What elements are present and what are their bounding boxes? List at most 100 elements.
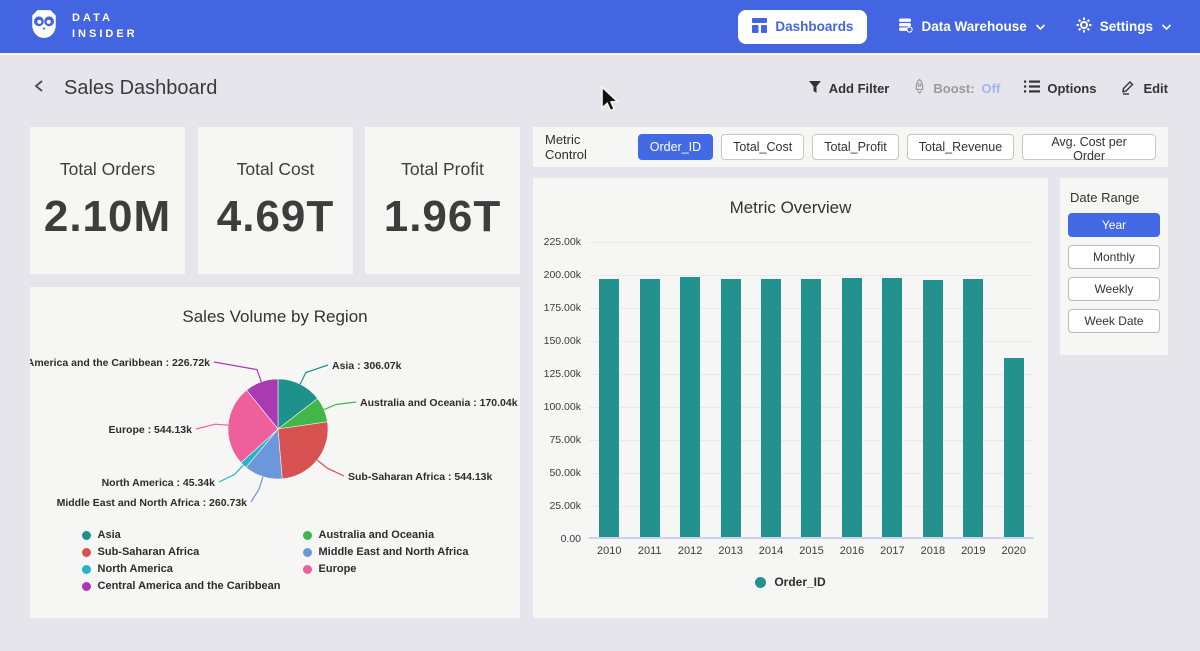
legend-label: Sub-Saharan Africa	[98, 546, 200, 558]
nav-data-warehouse[interactable]: Data Warehouse	[897, 17, 1045, 36]
chevron-down-icon	[1161, 19, 1172, 34]
legend-dot	[303, 548, 312, 557]
rocket-icon	[913, 79, 926, 97]
pie-legend-item-middle-east-and-north-africa[interactable]: Middle East and North Africa	[303, 546, 469, 558]
pie-slice-sub-saharan-africa[interactable]	[278, 422, 328, 479]
legend-label: Order_ID	[774, 575, 825, 589]
x-tick-label: 2018	[913, 545, 953, 557]
boost-state: Off	[982, 81, 1001, 96]
y-tick-label: 0.00	[561, 533, 581, 545]
metric-option-avg-cost-per-order[interactable]: Avg. Cost per Order	[1022, 134, 1156, 160]
kpi-label: Total Orders	[30, 159, 185, 180]
metric-option-total-cost[interactable]: Total_Cost	[721, 134, 804, 160]
pie-slice-label: North America : 45.34k	[102, 477, 216, 489]
kpi-label: Total Profit	[365, 159, 520, 180]
edit-pencil-icon	[1120, 79, 1136, 98]
metric-option-total-profit[interactable]: Total_Profit	[812, 134, 899, 160]
pie-slice-label: Europe : 544.13k	[109, 424, 193, 436]
legend-label: Australia and Oceania	[319, 529, 435, 541]
bar-slot	[589, 279, 629, 537]
legend-label: Asia	[98, 529, 121, 541]
pie-legend-item-north-america[interactable]: North America	[82, 563, 281, 575]
bar-2018[interactable]	[923, 280, 943, 537]
pie-slice-label: Middle East and North Africa : 260.73k	[57, 497, 248, 509]
date-range-label: Date Range	[1070, 190, 1160, 205]
database-icon	[897, 17, 913, 36]
x-tick-label: 2010	[589, 545, 629, 557]
y-tick-label: 50.00k	[549, 467, 581, 479]
chevron-down-icon	[1035, 19, 1046, 34]
pie-leader-line	[317, 460, 344, 476]
options-list-icon	[1024, 80, 1040, 96]
bar-2010[interactable]	[599, 279, 619, 537]
owl-logo-icon	[28, 8, 60, 45]
pie-leader-line	[324, 402, 356, 410]
bar-legend-item[interactable]: Order_ID	[533, 575, 1048, 589]
bar-2015[interactable]	[801, 279, 821, 537]
nav-dashboards-button[interactable]: Dashboards	[738, 10, 867, 44]
bar-slot	[994, 358, 1034, 537]
kpi-label: Total Cost	[198, 159, 353, 180]
kpi-card: Total Orders2.10M	[30, 127, 185, 274]
bar-2019[interactable]	[963, 279, 983, 537]
filter-funnel-icon	[808, 80, 822, 97]
pie-legend-item-sub-saharan-africa[interactable]: Sub-Saharan Africa	[82, 546, 281, 558]
boost-toggle[interactable]: Boost: Off	[913, 79, 1000, 97]
sales-dashboard-page: DATA INSIDER Dashboards	[0, 0, 1200, 651]
bar-slot	[751, 279, 791, 537]
metric-control-strip: Metric Control Order_ID Total_Cost Total_P…	[533, 127, 1168, 167]
bar-2011[interactable]	[640, 279, 660, 537]
y-tick-label: 25.00k	[549, 500, 581, 512]
pie-legend-item-asia[interactable]: Asia	[82, 529, 281, 541]
bar-slot	[953, 279, 993, 537]
options-button[interactable]: Options	[1024, 80, 1096, 96]
x-tick-label: 2011	[629, 545, 669, 557]
bar-2012[interactable]	[680, 277, 700, 537]
date-range-option-week-date[interactable]: Week Date	[1068, 309, 1160, 333]
legend-label: Central America and the Caribbean	[98, 580, 281, 592]
date-range-option-year[interactable]: Year	[1068, 213, 1160, 237]
bar-2020[interactable]	[1004, 358, 1024, 537]
kpi-card: Total Cost 4.69T	[198, 127, 353, 274]
legend-dot	[82, 565, 91, 574]
pie-legend-item-central-america-and-the-caribbean[interactable]: Central America and the Caribbean	[82, 580, 281, 592]
bar-2017[interactable]	[882, 278, 902, 538]
x-axis-labels: 2010201120122013201420152016201720182019…	[589, 545, 1034, 557]
bar-slot	[872, 278, 912, 538]
metric-option-order-id[interactable]: Order_ID	[638, 134, 713, 160]
back-button[interactable]	[32, 78, 48, 99]
page-header: Sales Dashboard Add Filter Boost: Off	[0, 57, 1200, 119]
nav-settings[interactable]: Settings	[1076, 17, 1172, 36]
date-range-panel: Date Range Year Monthly Weekly Week Date	[1060, 178, 1168, 355]
metric-control-label: Metric Control	[545, 132, 626, 162]
pie-legend-column: Asia Sub-Saharan Africa North America Centr…	[82, 529, 281, 592]
bar-slot	[832, 278, 872, 537]
y-tick-label: 175.00k	[544, 302, 581, 314]
kpi-value: 4.69T	[198, 192, 353, 242]
pie-legend-item-europe[interactable]: Europe	[303, 563, 469, 575]
chart-title: Metric Overview	[533, 198, 1048, 218]
bar-slot	[913, 280, 953, 537]
legend-label: Middle East and North Africa	[319, 546, 469, 558]
y-tick-label: 100.00k	[544, 401, 581, 413]
pie-legend-item-australia-and-oceania[interactable]: Australia and Oceania	[303, 529, 469, 541]
bar-2016[interactable]	[842, 278, 862, 537]
pie-leader-line	[196, 424, 228, 429]
pie-leader-line	[300, 365, 328, 384]
pie-slice-label: Central America and the Caribbean : 226.…	[30, 357, 210, 369]
legend-dot	[82, 548, 91, 557]
bar-slot	[710, 279, 750, 537]
bar-slot	[670, 277, 710, 537]
metric-option-total-revenue[interactable]: Total_Revenue	[907, 134, 1014, 160]
date-range-option-monthly[interactable]: Monthly	[1068, 245, 1160, 269]
legend-dot	[82, 582, 91, 591]
bar-2014[interactable]	[761, 279, 781, 537]
date-range-option-weekly[interactable]: Weekly	[1068, 277, 1160, 301]
add-filter-button[interactable]: Add Filter	[808, 80, 890, 97]
bar-2013[interactable]	[721, 279, 741, 537]
edit-button[interactable]: Edit	[1120, 79, 1168, 98]
brand[interactable]: DATA INSIDER	[28, 8, 138, 45]
bar-slot	[629, 279, 669, 537]
x-tick-label: 2012	[670, 545, 710, 557]
pie-legend-column: Australia and Oceania Middle East and Nor…	[303, 529, 469, 592]
